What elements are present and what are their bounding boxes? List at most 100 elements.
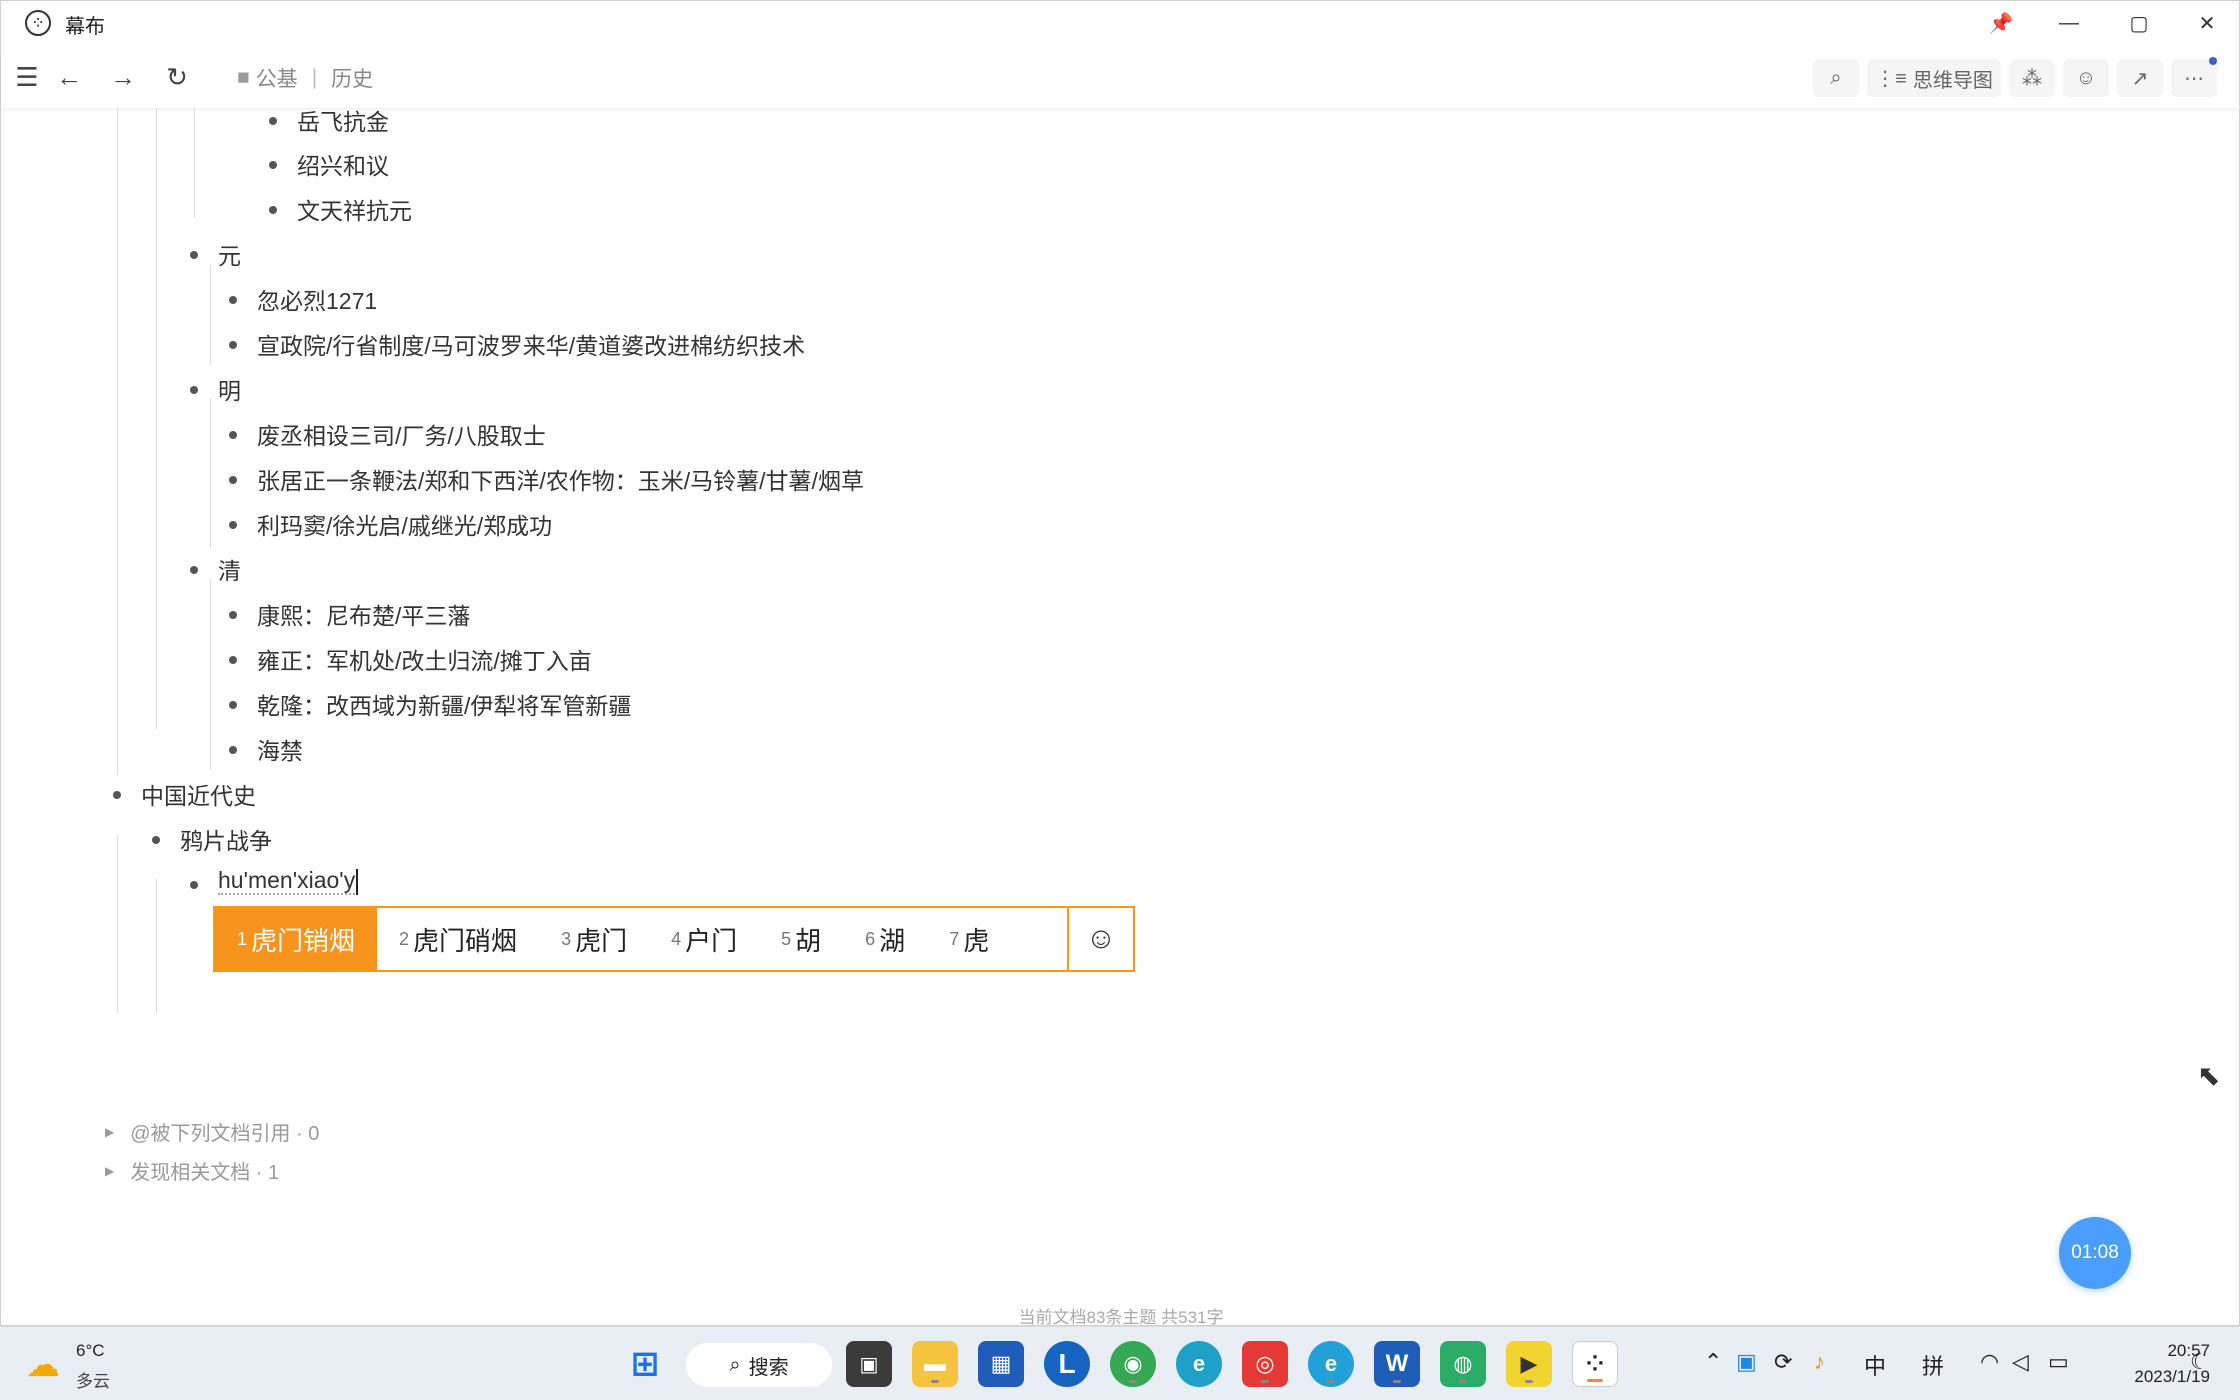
- ime-candidate-5[interactable]: 5胡: [759, 908, 843, 970]
- share-button[interactable]: ↗: [2117, 59, 2163, 97]
- outline-node-editing[interactable]: hu'men'xiao'y: [218, 867, 359, 895]
- refresh-icon[interactable]: ↻: [159, 59, 195, 95]
- minimize-button[interactable]: —: [2047, 7, 2091, 39]
- related-docs-label: 发现相关文档 · 1: [130, 1162, 280, 1184]
- collaborate-button[interactable]: ⁂: [2009, 59, 2055, 97]
- volume-icon[interactable]: ◁: [2012, 1349, 2029, 1375]
- outline-node[interactable]: 鸦片战争: [180, 822, 272, 856]
- ime-composition-text[interactable]: hu'men'xiao'y: [218, 867, 356, 895]
- smiley-icon[interactable]: ☺: [1067, 908, 1133, 970]
- outline-node[interactable]: 岳飞抗金: [297, 109, 389, 137]
- outline-node[interactable]: 乾隆：改西域为新疆/伊犁将军管新疆: [257, 687, 631, 721]
- bullet[interactable]: [269, 117, 277, 125]
- bullet[interactable]: [190, 881, 198, 889]
- outline-node[interactable]: 张居正一条鞭法/郑和下西洋/农作物：玉米/马铃薯/甘薯/烟草: [257, 462, 864, 496]
- chrome-icon[interactable]: ◉: [1110, 1341, 1156, 1387]
- mubu-taskbar-icon[interactable]: ⁘: [1572, 1341, 1618, 1387]
- indent-guide: [210, 579, 211, 769]
- tray-app-icon[interactable]: ▣: [1736, 1349, 1757, 1375]
- back-arrow-icon[interactable]: ←: [51, 59, 87, 95]
- breadcrumb-current[interactable]: 历史: [331, 63, 373, 93]
- taskbar-search[interactable]: ⌕ 搜索: [686, 1343, 832, 1387]
- ime-candidate-1[interactable]: 1 虎门销烟: [215, 908, 378, 970]
- player-icon[interactable]: ▶: [1506, 1341, 1552, 1387]
- bullet[interactable]: [229, 746, 237, 754]
- bullet[interactable]: [269, 161, 277, 169]
- bullet[interactable]: [190, 251, 198, 259]
- bullet[interactable]: [190, 566, 198, 574]
- battery-icon[interactable]: ▭: [2048, 1349, 2069, 1375]
- share-icon: ↗: [2131, 67, 2149, 90]
- weather-temp[interactable]: 6°C: [76, 1341, 105, 1361]
- file-explorer-icon[interactable]: ▬: [912, 1341, 958, 1387]
- wifi-icon[interactable]: ◠: [1980, 1349, 1999, 1375]
- tray-overflow-icon[interactable]: ⌃: [1704, 1349, 1722, 1375]
- bullet[interactable]: [229, 431, 237, 439]
- wechat-icon[interactable]: ◍: [1440, 1341, 1486, 1387]
- menu-icon[interactable]: ☰: [9, 59, 45, 95]
- outline-node[interactable]: 中国近代史: [141, 777, 256, 811]
- ime-candidate-4[interactable]: 4 户门: [649, 908, 759, 970]
- bullet[interactable]: [113, 791, 121, 799]
- bullet[interactable]: [229, 521, 237, 529]
- outline-node[interactable]: 废丞相设三司/厂务/八股取士: [257, 417, 546, 451]
- bullet[interactable]: [229, 611, 237, 619]
- ime-candidate-6[interactable]: 6湖: [843, 908, 927, 970]
- edge-dev-icon[interactable]: e: [1308, 1341, 1354, 1387]
- start-windows-icon[interactable]: ⊞: [622, 1341, 668, 1387]
- search-icon: ⌕: [729, 1353, 741, 1376]
- bullet[interactable]: [229, 296, 237, 304]
- search-doc-button[interactable]: ⌕: [1813, 59, 1859, 97]
- bullet[interactable]: [229, 341, 237, 349]
- mindmap-button[interactable]: ⋮≡ 思维导图: [1867, 59, 2001, 97]
- bullet[interactable]: [269, 206, 277, 214]
- focus-moon-icon[interactable]: ☾: [2190, 1349, 2210, 1375]
- ime-candidate-7[interactable]: 7虎: [927, 908, 1011, 970]
- forward-arrow-icon[interactable]: →: [105, 59, 141, 95]
- outline-node[interactable]: 清: [218, 552, 241, 586]
- task-view-icon[interactable]: ▣: [846, 1341, 892, 1387]
- weather-desc[interactable]: 多云: [76, 1367, 110, 1392]
- close-button[interactable]: ✕: [2185, 7, 2229, 39]
- bullet[interactable]: [229, 656, 237, 664]
- weather-cloud-sun-icon[interactable]: ☁: [26, 1345, 60, 1385]
- lenovo-app-icon[interactable]: L: [1044, 1341, 1090, 1387]
- outline-node[interactable]: 利玛窦/徐光启/戚继光/郑成功: [257, 507, 552, 541]
- bullet[interactable]: [152, 836, 160, 844]
- outline-node[interactable]: 宣政院/行省制度/马可波罗来华/黄道婆改进棉纺织技术: [257, 327, 805, 361]
- microphone-icon[interactable]: ♪: [1814, 1349, 1825, 1375]
- outline-node[interactable]: 明: [218, 372, 241, 406]
- backlinks-toggle[interactable]: ▶ @被下列文档引用 · 0: [105, 1117, 319, 1146]
- store-icon[interactable]: ▦: [978, 1341, 1024, 1387]
- ime-candidate-2[interactable]: 2 虎门硝烟: [377, 908, 539, 970]
- bullet[interactable]: [190, 386, 198, 394]
- maximize-button[interactable]: ▢: [2117, 7, 2161, 39]
- outline-node[interactable]: 康熙：尼布楚/平三藩: [257, 597, 470, 631]
- more-button[interactable]: ⋯: [2171, 59, 2217, 97]
- edge-icon[interactable]: e: [1176, 1341, 1222, 1387]
- indent-guide: [210, 265, 211, 365]
- indent-guide: [156, 109, 157, 729]
- members-button[interactable]: ☺: [2063, 59, 2109, 97]
- outline-node[interactable]: 忽必烈1271: [257, 282, 377, 316]
- outline-node[interactable]: 海禁: [257, 732, 303, 766]
- outline-node[interactable]: 元: [218, 237, 241, 271]
- ime-mode[interactable]: 中: [1864, 1349, 1886, 1381]
- folder-icon: ■: [237, 66, 250, 89]
- breadcrumb-folder[interactable]: 公基: [256, 63, 298, 93]
- ime-pinyin[interactable]: 拼: [1922, 1349, 1944, 1381]
- focus-timer[interactable]: 01:08: [2059, 1217, 2131, 1289]
- pin-icon[interactable]: 📌: [1979, 7, 2023, 39]
- indent-guide: [156, 879, 157, 1013]
- related-docs-toggle[interactable]: ▶ 发现相关文档 · 1: [105, 1156, 279, 1185]
- outline-node[interactable]: 绍兴和议: [297, 147, 389, 181]
- outline-node[interactable]: 文天祥抗元: [297, 192, 412, 226]
- app-window: ⁘ 幕布 📌 — ▢ ✕ ☰ ← → ↻ ■ 公基 | 历史 ⌕ ⋮≡ 思维导图…: [0, 0, 2240, 1327]
- bullet[interactable]: [229, 476, 237, 484]
- word-icon[interactable]: W: [1374, 1341, 1420, 1387]
- netease-music-icon[interactable]: ◎: [1242, 1341, 1288, 1387]
- tray-sync-icon[interactable]: ⟳: [1774, 1349, 1792, 1375]
- ime-candidate-3[interactable]: 3 虎门: [539, 908, 649, 970]
- outline-node[interactable]: 雍正：军机处/改土归流/摊丁入亩: [257, 642, 592, 676]
- bullet[interactable]: [229, 701, 237, 709]
